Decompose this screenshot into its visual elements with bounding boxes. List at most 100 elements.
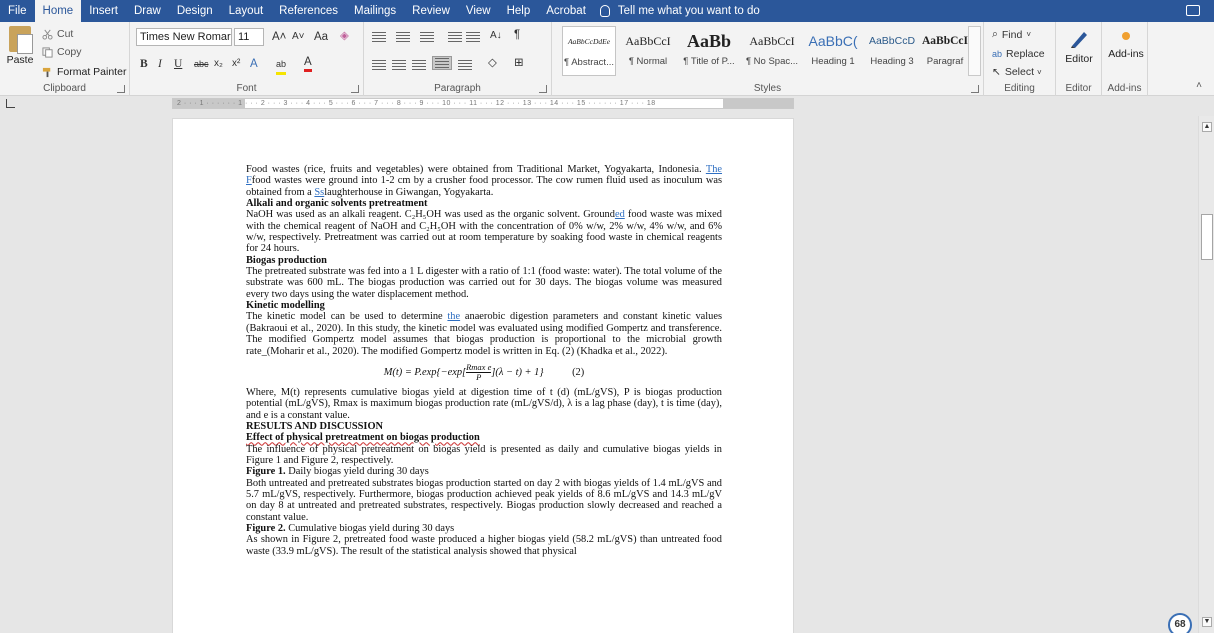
clear-formatting-icon[interactable]: ◈	[340, 28, 349, 44]
horizontal-ruler[interactable]: 2 · · · 1 · · · · · · 1 · · · 2 · · · 3 …	[172, 98, 794, 109]
grow-font-icon[interactable]: A˄	[272, 29, 286, 45]
style-abstract[interactable]: AaBbCcDdEe ¶ Abstract...	[562, 26, 616, 76]
change-case-icon[interactable]: Aa	[314, 29, 328, 45]
tracked-change: the	[447, 311, 461, 323]
find-button[interactable]: ⌕ Find ˅	[992, 28, 1031, 41]
styles-group-label: Styles	[753, 83, 782, 94]
badge-counter[interactable]: 68	[1168, 613, 1192, 633]
style-no-spacing[interactable]: AaBbCcI ¶ No Spac...	[742, 26, 802, 76]
shading-icon[interactable]: ◇	[488, 55, 497, 71]
tell-me-text: Tell me what you want to do	[617, 5, 760, 17]
numbering-icon[interactable]	[396, 30, 416, 44]
tab-design[interactable]: Design	[169, 0, 221, 22]
paragraph-launcher-icon[interactable]	[539, 85, 547, 93]
replace-button[interactable]: ab Replace	[992, 48, 1045, 60]
align-left-icon[interactable]	[372, 58, 392, 72]
scissors-icon	[42, 29, 53, 40]
heading-alkali: Alkali and organic solvents pretreatment	[246, 198, 428, 210]
copy-button[interactable]: Copy	[42, 46, 82, 58]
tracked-change: ed	[614, 209, 625, 221]
tab-references[interactable]: References	[271, 0, 346, 22]
style-title-of-paper[interactable]: AaBb ¶ Title of P...	[678, 26, 740, 76]
paragraph-where: Where, M(t) represents cumulative biogas…	[246, 386, 722, 421]
tab-review[interactable]: Review	[404, 0, 458, 22]
tab-selector-icon[interactable]	[6, 99, 15, 108]
document-page[interactable]: Food wastes (rice, fruits and vegetables…	[172, 118, 794, 633]
paste-button[interactable]: Paste	[6, 26, 34, 78]
tab-insert[interactable]: Insert	[81, 0, 126, 22]
align-right-icon[interactable]	[412, 58, 432, 72]
tab-draw[interactable]: Draw	[126, 0, 169, 22]
style-paragraf[interactable]: AaBbCcI Paragraf	[922, 26, 968, 76]
document-body[interactable]: Food wastes (rice, fruits and vegetables…	[246, 164, 722, 557]
sort-icon[interactable]: A↓	[490, 28, 502, 44]
equation-gompertz: M(t) = P.exp{−exp[Rmax e P](λ − t) + 1} (…	[383, 361, 585, 382]
font-size-select[interactable]: 11	[234, 28, 264, 46]
font-family-select[interactable]: Times New Romar	[136, 28, 232, 46]
scroll-down-icon[interactable]: ▼	[1202, 617, 1212, 627]
paragraph-group: A↓ ¶ ◇ ⊞ Paragraph	[364, 22, 552, 96]
clipboard-launcher-icon[interactable]	[117, 85, 125, 93]
underline-icon[interactable]: U	[174, 56, 182, 72]
paragraph-biogas: The pretreated substrate was fed into a …	[246, 266, 722, 300]
style-normal[interactable]: AaBbCcI ¶ Normal	[620, 26, 676, 76]
cut-label: Cut	[57, 28, 74, 40]
line-spacing-icon[interactable]	[458, 58, 478, 72]
tab-acrobat[interactable]: Acrobat	[538, 0, 594, 22]
select-button[interactable]: ↖ Select ˅	[992, 66, 1042, 78]
scroll-up-icon[interactable]: ▲	[1202, 122, 1212, 132]
tab-mailings[interactable]: Mailings	[346, 0, 404, 22]
multilevel-list-icon[interactable]	[420, 30, 440, 44]
text-effects-icon[interactable]: A	[250, 56, 258, 72]
tab-help[interactable]: Help	[499, 0, 539, 22]
shrink-font-icon[interactable]: A˅	[292, 29, 305, 45]
superscript-icon[interactable]: x²	[232, 56, 240, 72]
font-color-icon[interactable]: A	[304, 56, 312, 72]
subscript-icon[interactable]: x₂	[214, 56, 223, 72]
borders-icon[interactable]: ⊞	[514, 55, 524, 71]
scroll-thumb[interactable]	[1201, 214, 1213, 260]
italic-icon[interactable]: I	[158, 56, 162, 72]
strikethrough-icon[interactable]: abc	[194, 56, 209, 72]
ruler-ticks: 2 · · · 1 · · · · · · 1 · · · 2 · · · 3 …	[177, 100, 656, 107]
decrease-indent-icon[interactable]	[448, 30, 468, 44]
addins-group: Add-ins Add-ins	[1102, 22, 1148, 96]
ribbon: Paste Cut Copy Format Painter Clipboard …	[0, 22, 1214, 96]
bullets-icon[interactable]	[372, 30, 392, 44]
comments-icon[interactable]	[1186, 5, 1200, 16]
addins-button[interactable]: Add-ins	[1106, 32, 1146, 60]
styles-gallery-scroll[interactable]	[968, 26, 981, 76]
search-icon: ⌕	[992, 28, 998, 40]
editor-label: Editor	[1065, 53, 1093, 65]
tell-me-search[interactable]: Tell me what you want to do	[599, 5, 760, 17]
pilcrow-icon[interactable]: ¶	[514, 27, 520, 43]
tab-home[interactable]: Home	[34, 0, 82, 22]
align-center-icon[interactable]	[392, 58, 412, 72]
editor-button[interactable]: Editor	[1062, 28, 1096, 65]
increase-indent-icon[interactable]	[466, 30, 486, 44]
clipboard-group: Paste Cut Copy Format Painter Clipboard	[0, 22, 130, 96]
font-launcher-icon[interactable]	[351, 85, 359, 93]
paragraph-kinetic: The kinetic model can be used to determi…	[246, 311, 722, 357]
tab-layout[interactable]: Layout	[221, 0, 272, 22]
tab-file[interactable]: File	[0, 0, 35, 22]
style-heading-1[interactable]: AaBbC( Heading 1	[804, 26, 862, 76]
paragraph-materials: Food wastes (rice, fruits and vegetables…	[246, 164, 722, 198]
format-painter-label: Format Painter	[57, 66, 127, 78]
highlight-icon[interactable]: ab	[276, 56, 287, 75]
cursor-icon: ↖	[992, 66, 1001, 78]
format-painter-button[interactable]: Format Painter	[42, 66, 126, 78]
collapse-ribbon-icon[interactable]: ˄	[1196, 80, 1202, 91]
clipboard-group-label: Clipboard	[43, 83, 86, 94]
tab-view[interactable]: View	[458, 0, 499, 22]
font-group-label: Font	[236, 83, 257, 94]
style-heading-3[interactable]: AaBbCcD Heading 3	[864, 26, 920, 76]
paintbrush-icon	[42, 67, 51, 77]
vertical-scrollbar[interactable]: ▲ ▼	[1198, 116, 1214, 633]
caption-figure-2: Figure 2. Cumulative biogas yield during…	[246, 522, 455, 534]
styles-launcher-icon[interactable]	[971, 85, 979, 93]
justify-icon[interactable]	[432, 56, 452, 70]
paragraph-alkali: NaOH was used as an alkali reagent. C₂H₅…	[246, 209, 722, 255]
bold-icon[interactable]: B	[140, 56, 148, 72]
cut-button[interactable]: Cut	[42, 28, 73, 40]
